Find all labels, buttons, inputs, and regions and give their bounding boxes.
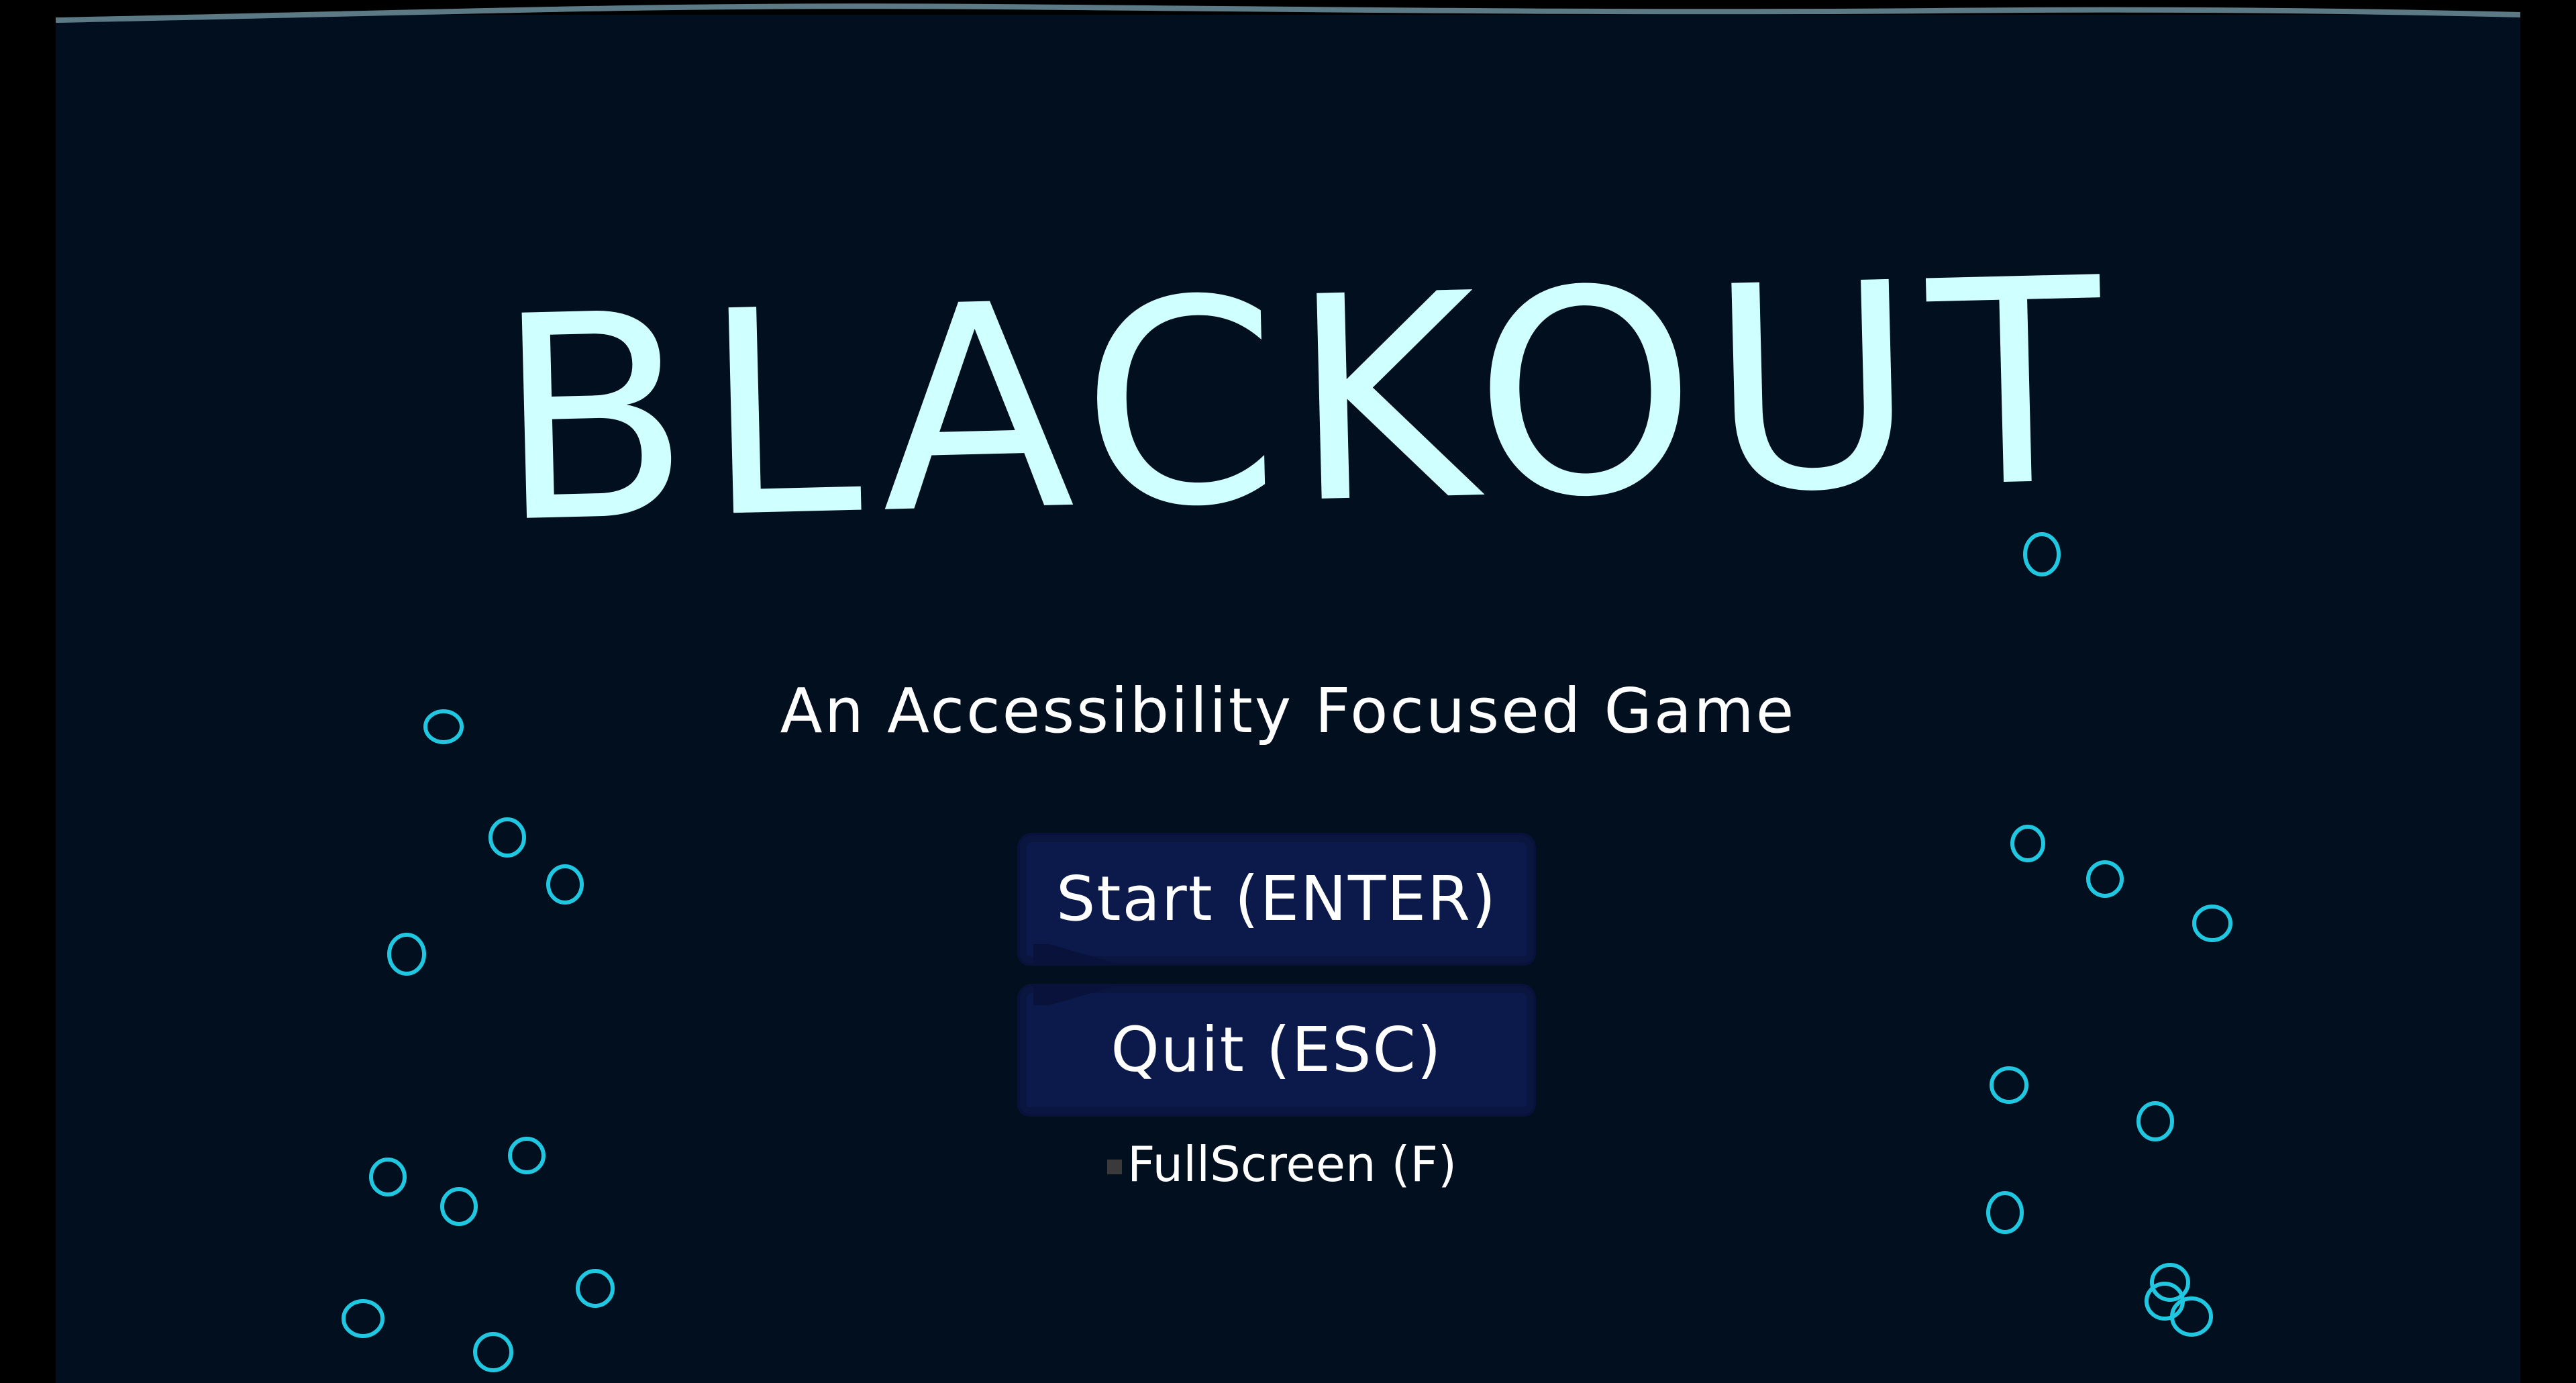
game-title: BLACKOUT	[493, 217, 2119, 586]
fullscreen-toggle[interactable]: FullScreen (F)	[1107, 1134, 1470, 1194]
fullscreen-label: FullScreen (F)	[1127, 1136, 1457, 1192]
start-button-label: Start (ENTER)	[1056, 863, 1497, 935]
game-subtitle: An Accessibility Focused Game	[780, 675, 1796, 747]
start-button[interactable]: Start (ENTER)	[1020, 835, 1533, 963]
button-notch	[1033, 986, 1114, 1005]
quit-button-label: Quit (ESC)	[1111, 1014, 1443, 1086]
game-window: BLACKOUT An Accessibility Focused Game S…	[0, 0, 2576, 1383]
quit-button[interactable]: Quit (ESC)	[1020, 986, 1533, 1114]
top-wave-edge	[56, 0, 2520, 23]
checkbox-icon[interactable]	[1107, 1160, 1122, 1174]
button-notch	[1033, 944, 1114, 963]
